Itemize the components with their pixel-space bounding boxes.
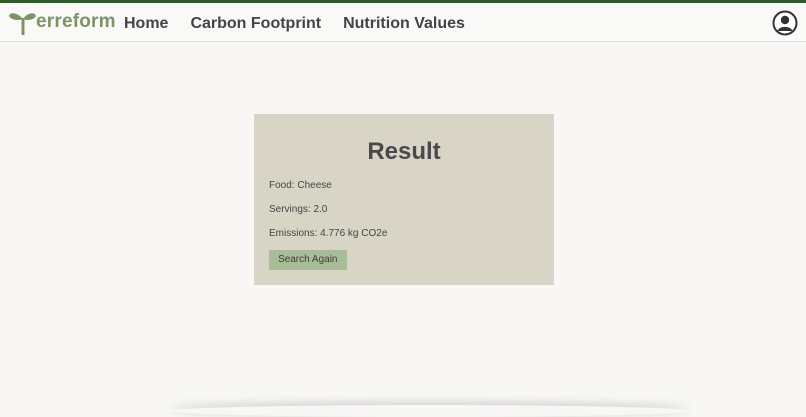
user-circle-icon[interactable] xyxy=(772,10,798,36)
sprout-icon xyxy=(8,9,38,35)
result-title: Result xyxy=(367,138,441,165)
servings-text: Servings: 2.0 xyxy=(269,204,328,215)
logo-text: erreform xyxy=(36,11,116,32)
nav-home[interactable]: Home xyxy=(124,15,168,33)
top-navigation-bar: erreform Home Carbon Footprint Nutrition… xyxy=(0,0,806,42)
bottom-shadow xyxy=(170,405,690,417)
emissions-text: Emissions: 4.776 kg CO2e xyxy=(269,228,388,239)
nav-carbon-footprint[interactable]: Carbon Footprint xyxy=(190,15,321,33)
nav-nutrition-values[interactable]: Nutrition Values xyxy=(343,15,465,33)
food-text: Food: Cheese xyxy=(269,180,332,191)
main-nav: Home Carbon Footprint Nutrition Values xyxy=(124,15,465,33)
terreform-logo[interactable]: erreform xyxy=(8,8,116,36)
result-card: Result Food: Cheese Servings: 2.0 Emissi… xyxy=(254,114,554,285)
search-again-button[interactable]: Search Again xyxy=(269,250,347,270)
